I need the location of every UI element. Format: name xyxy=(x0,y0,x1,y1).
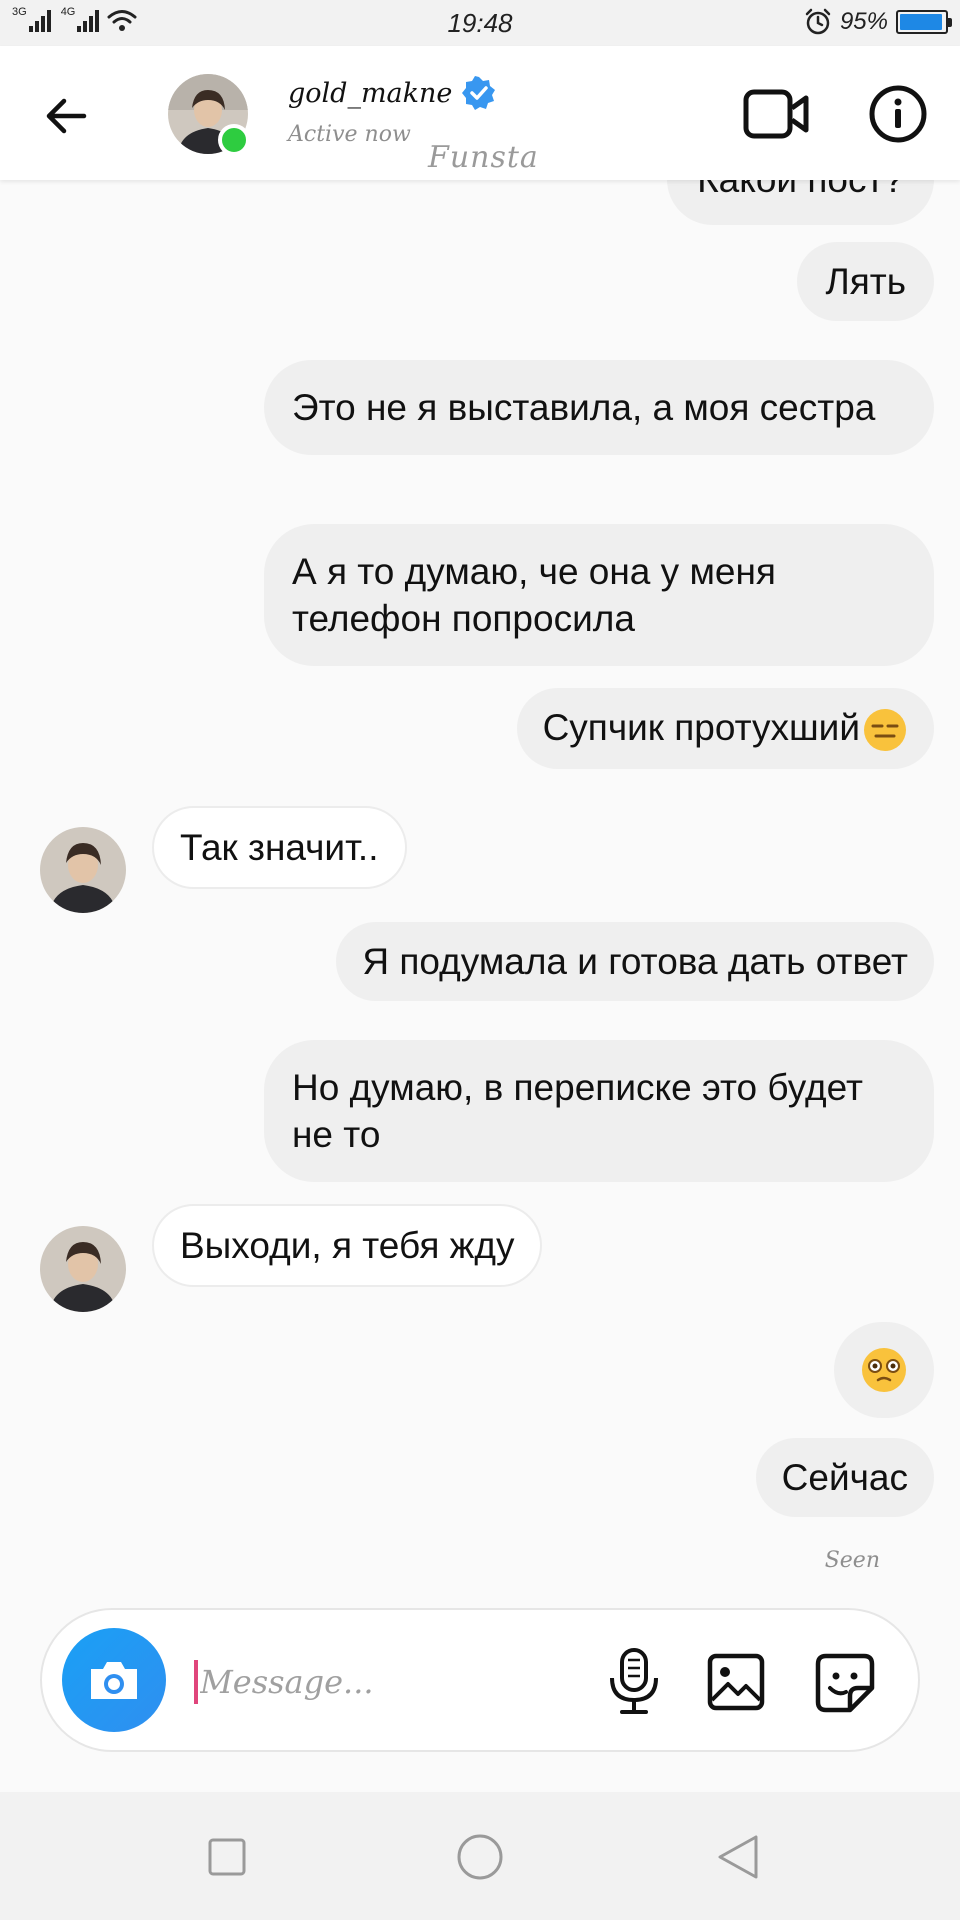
seen-indicator: Seen xyxy=(824,1548,880,1573)
message-text: Но думаю, в переписке это будет не то xyxy=(292,1067,863,1155)
message-text: Лять xyxy=(825,261,906,302)
video-call-button[interactable] xyxy=(742,82,812,146)
message-text: Выходи, я тебя жду xyxy=(180,1225,515,1266)
message-text: Сейчас xyxy=(781,1457,908,1498)
home-icon[interactable] xyxy=(455,1832,505,1882)
status-right: 95% xyxy=(804,8,952,36)
battery-percent: 95% xyxy=(839,8,888,35)
back-arrow-icon xyxy=(46,98,87,134)
message-text: Супчик протухший xyxy=(542,707,860,748)
gallery-icon xyxy=(707,1653,765,1711)
contact-avatar[interactable] xyxy=(40,1226,126,1312)
alarm-icon xyxy=(805,8,831,35)
message-bubble[interactable]: Супчик протухший xyxy=(516,688,934,770)
message-bubble[interactable]: Лять xyxy=(797,242,934,321)
voice-message-button[interactable] xyxy=(604,1646,664,1718)
expressionless-face-emoji xyxy=(864,709,906,752)
video-camera-icon xyxy=(743,89,809,139)
message-bubble[interactable]: Выходи, я тебя жду xyxy=(152,1204,543,1287)
message-input[interactable] xyxy=(200,1654,520,1710)
back-icon[interactable] xyxy=(712,1832,762,1882)
funsta-watermark: Funsta xyxy=(428,140,539,175)
message-bubble[interactable]: Это не я выставила, а моя сестра xyxy=(264,360,934,455)
battery-icon xyxy=(896,10,952,34)
microphone-icon xyxy=(610,1648,658,1714)
text-cursor xyxy=(194,1660,198,1704)
flushed-face-emoji xyxy=(862,1348,906,1392)
message-composer xyxy=(40,1608,920,1752)
message-bubble[interactable]: А я то думаю, че она у меня телефон попр… xyxy=(264,524,934,666)
avatar-photo xyxy=(40,827,126,913)
camera-button[interactable] xyxy=(62,1628,166,1732)
username: gold_makne xyxy=(288,77,453,109)
chat-header: gold_makne Active now Funsta xyxy=(0,46,960,180)
username-row[interactable]: gold_makne xyxy=(288,76,496,110)
verified-badge-icon xyxy=(462,76,496,110)
message-thread: Какой пост? Лять Это не я выставила, а м… xyxy=(0,134,960,1580)
message-bubble[interactable]: Я подумала и готова дать ответ xyxy=(336,922,934,1001)
message-text: Так значит.. xyxy=(180,827,379,868)
contact-avatar[interactable] xyxy=(40,827,126,913)
message-bubble[interactable]: Но думаю, в переписке это будет не то xyxy=(264,1040,934,1182)
message-text: Это не я выставила, а моя сестра xyxy=(292,387,876,428)
info-icon xyxy=(869,85,927,143)
sticker-icon xyxy=(815,1653,875,1713)
avatar-photo xyxy=(40,1226,126,1312)
back-button[interactable] xyxy=(36,86,96,146)
camera-icon xyxy=(91,1662,137,1699)
message-text: Я подумала и готова дать ответ xyxy=(362,941,908,982)
message-text: А я то думаю, че она у меня телефон попр… xyxy=(292,551,776,639)
message-bubble[interactable] xyxy=(834,1322,934,1418)
message-bubble[interactable]: Так значит.. xyxy=(152,806,407,889)
sticker-button[interactable] xyxy=(814,1652,876,1714)
system-navigation-bar xyxy=(0,1792,960,1920)
battery-level xyxy=(900,14,942,30)
status-bar: 3G 4G 19:48 95% xyxy=(0,0,960,46)
info-button[interactable] xyxy=(866,82,930,146)
online-indicator xyxy=(218,124,250,156)
recents-icon[interactable] xyxy=(202,1832,252,1882)
message-bubble[interactable]: Сейчас xyxy=(755,1438,934,1517)
gallery-button[interactable] xyxy=(706,1652,766,1712)
active-status: Active now xyxy=(288,122,411,147)
